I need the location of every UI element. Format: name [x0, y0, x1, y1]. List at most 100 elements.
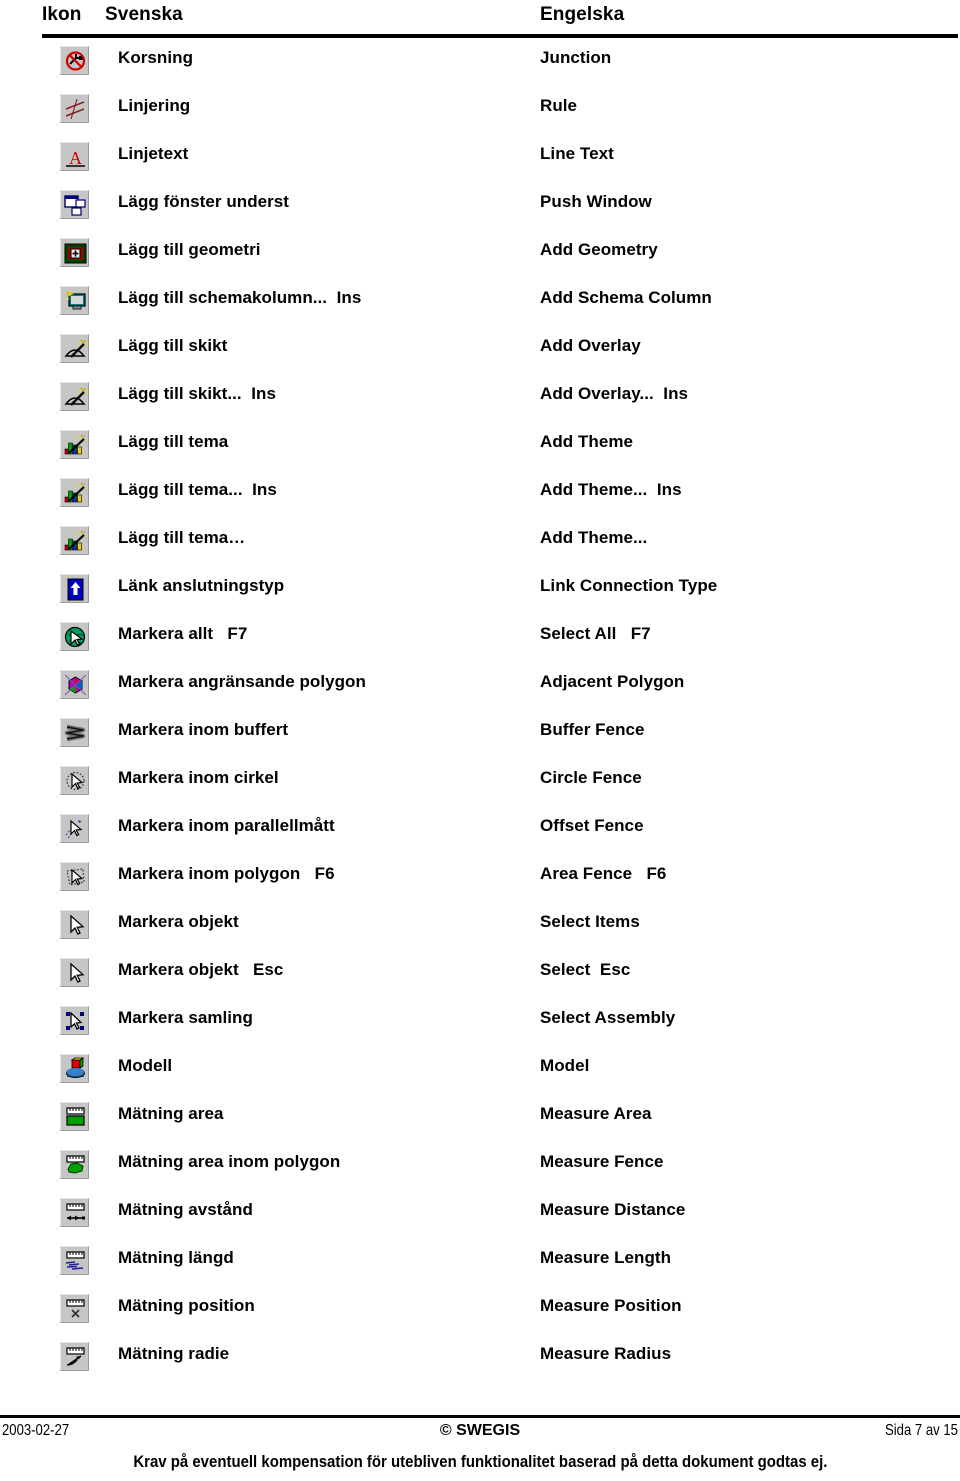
- swedish-label: Länk anslutningstyp: [118, 576, 285, 595]
- table-row: Markera inom parallellmått Offset Fence: [0, 812, 960, 860]
- table-row: Markera angränsande polygon Adjacent Poly…: [0, 668, 960, 716]
- area-fence-icon: [60, 862, 89, 891]
- english-label: Select Esc: [540, 960, 631, 979]
- svg-text:A: A: [69, 148, 82, 168]
- select-esc-icon: [60, 958, 89, 987]
- icon-cell: [60, 574, 89, 603]
- table-row: Länk anslutningstyp Link Connection Type: [0, 572, 960, 620]
- icon-cell: [60, 430, 89, 459]
- icon-cell: [60, 1294, 89, 1323]
- add-overlay-icon: [60, 334, 89, 363]
- table-row: Mätning area Measure Area: [0, 1100, 960, 1148]
- rule-lines-icon: [60, 94, 89, 123]
- swedish-label: Mätning radie: [118, 1344, 230, 1363]
- line-text-icon: A: [60, 142, 89, 171]
- english-label: Area Fence F6: [540, 864, 667, 883]
- icon-cell: [60, 190, 89, 219]
- icon-glossary-table: Korsning Junction Linjering Rule A Linjete…: [0, 44, 960, 1388]
- table-row: Markera allt F7 Select All F7: [0, 620, 960, 668]
- swedish-label: Mätning längd: [118, 1248, 234, 1267]
- select-assembly-icon: [60, 1006, 89, 1035]
- icon-cell: [60, 478, 89, 507]
- footer-notice: Krav på eventuell kompensation för utebl…: [0, 1452, 960, 1472]
- icon-cell: [60, 718, 89, 747]
- english-label: Add Overlay: [540, 336, 641, 355]
- footer-page-number: Sida 7 av 15: [885, 1422, 958, 1439]
- add-schema-column-icon: [60, 286, 89, 315]
- swedish-label: Lägg till skikt: [118, 336, 228, 355]
- table-row: Markera objekt Esc Select Esc: [0, 956, 960, 1004]
- table-row: Mätning avstånd Measure Distance: [0, 1196, 960, 1244]
- english-label: Junction: [540, 48, 612, 67]
- swedish-label: Markera objekt: [118, 912, 239, 931]
- english-label: Select Assembly: [540, 1008, 676, 1027]
- table-row: Lägg till skikt... Ins Add Overlay... Ins: [0, 380, 960, 428]
- english-label: Circle Fence: [540, 768, 642, 787]
- icon-cell: [60, 526, 89, 555]
- swedish-label: Modell: [118, 1056, 173, 1075]
- column-header-icon: Ikon: [42, 4, 82, 25]
- measure-distance-icon: [60, 1198, 89, 1227]
- swedish-label: Mätning avstånd: [118, 1200, 253, 1219]
- table-row: Lägg fönster underst Push Window: [0, 188, 960, 236]
- english-label: Add Overlay... Ins: [540, 384, 689, 403]
- swedish-label: Lägg till schemakolumn... Ins: [118, 288, 362, 307]
- add-overlay-ins-icon: [60, 382, 89, 411]
- english-label: Push Window: [540, 192, 652, 211]
- header-divider: [42, 34, 958, 38]
- icon-cell: [60, 1246, 89, 1275]
- icon-cell: [60, 1198, 89, 1227]
- swedish-label: Mätning position: [118, 1296, 255, 1315]
- english-label: Add Theme...: [540, 528, 648, 547]
- icon-cell: A: [60, 142, 89, 171]
- icon-cell: [60, 670, 89, 699]
- measure-radius-icon: [60, 1342, 89, 1371]
- table-row: Mätning position Measure Position: [0, 1292, 960, 1340]
- swedish-label: Markera allt F7: [118, 624, 248, 643]
- icon-cell: [60, 1006, 89, 1035]
- swedish-label: Lägg till tema... Ins: [118, 480, 277, 499]
- icon-cell: [60, 766, 89, 795]
- english-label: Buffer Fence: [540, 720, 645, 739]
- no-junction-icon: [60, 46, 89, 75]
- icon-cell: [60, 238, 89, 267]
- table-row: Markera samling Select Assembly: [0, 1004, 960, 1052]
- english-label: Measure Distance: [540, 1200, 686, 1219]
- document-page: Ikon Svenska Engelska Korsning Junction L…: [0, 0, 960, 1481]
- offset-fence-icon: [60, 814, 89, 843]
- english-label: Link Connection Type: [540, 576, 718, 595]
- table-row: Mätning radie Measure Radius: [0, 1340, 960, 1388]
- swedish-label: Markera inom parallellmått: [118, 816, 335, 835]
- link-connection-icon: [60, 574, 89, 603]
- swedish-label: Korsning: [118, 48, 194, 67]
- model-icon: [60, 1054, 89, 1083]
- table-row: Korsning Junction: [0, 44, 960, 92]
- table-row: A Linjetext Line Text: [0, 140, 960, 188]
- icon-cell: [60, 334, 89, 363]
- icon-cell: [60, 286, 89, 315]
- swedish-label: Linjetext: [118, 144, 189, 163]
- english-label: Add Geometry: [540, 240, 658, 259]
- swedish-label: Markera inom cirkel: [118, 768, 279, 787]
- table-row: Lägg till geometri Add Geometry: [0, 236, 960, 284]
- measure-area-icon: [60, 1102, 89, 1131]
- column-header-english: Engelska: [540, 4, 625, 25]
- english-label: Add Theme... Ins: [540, 480, 682, 499]
- measure-position-icon: [60, 1294, 89, 1323]
- swedish-label: Lägg till skikt... Ins: [118, 384, 276, 403]
- icon-cell: [60, 814, 89, 843]
- icon-cell: [60, 1102, 89, 1131]
- adjacent-polygon-icon: [60, 670, 89, 699]
- english-label: Model: [540, 1056, 590, 1075]
- swedish-label: Markera inom polygon F6: [118, 864, 335, 883]
- footer-line: 2003-02-27 © SWEGIS Sida 7 av 15: [0, 1422, 960, 1446]
- footer-copyright: © SWEGIS: [439, 1422, 521, 1439]
- english-label: Measure Radius: [540, 1344, 672, 1363]
- add-theme-icon: [60, 430, 89, 459]
- icon-cell: [60, 958, 89, 987]
- swedish-label: Lägg till tema: [118, 432, 229, 451]
- english-label: Add Theme: [540, 432, 634, 451]
- push-window-icon: [60, 190, 89, 219]
- add-theme-ins-icon: [60, 478, 89, 507]
- english-label: Rule: [540, 96, 578, 115]
